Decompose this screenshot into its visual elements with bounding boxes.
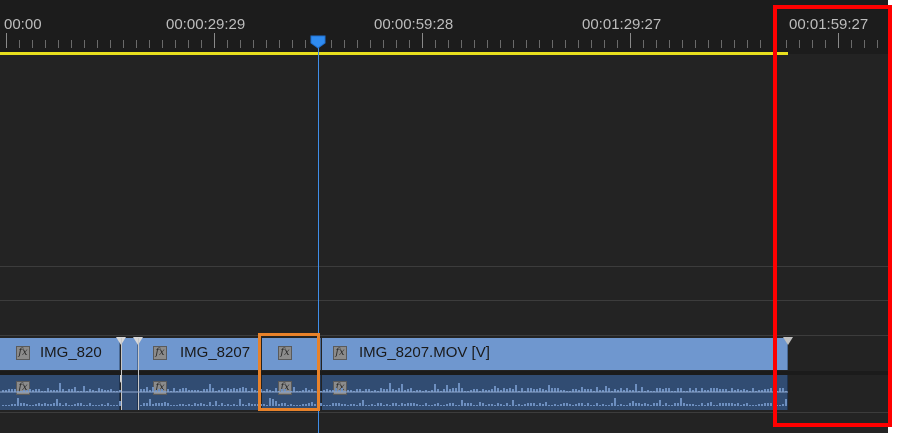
ruler-tick bbox=[266, 40, 267, 48]
clip-name: IMG_8207.MOV [V] bbox=[359, 344, 490, 361]
ruler-tick bbox=[188, 40, 189, 48]
time-ruler[interactable]: 00:00 00:00:29:29 00:00:59:28 00:01:29:2… bbox=[0, 0, 888, 54]
ruler-tick bbox=[201, 40, 202, 48]
ruler-tick bbox=[45, 40, 46, 48]
fx-badge-icon[interactable]: fx bbox=[333, 381, 347, 395]
ruler-tick bbox=[552, 40, 553, 48]
work-area-bar[interactable] bbox=[0, 52, 788, 55]
fx-badge-icon[interactable]: fx bbox=[16, 381, 30, 395]
ruler-tick bbox=[656, 40, 657, 48]
ruler-tick bbox=[357, 40, 358, 48]
ruler-tick bbox=[578, 40, 579, 48]
fx-badge-icon[interactable]: fx bbox=[153, 346, 167, 360]
highlight-box-red bbox=[773, 5, 892, 427]
ruler-tick bbox=[227, 40, 228, 48]
ruler-tick bbox=[565, 40, 566, 48]
video-clip[interactable]: fx IMG_820 bbox=[0, 338, 120, 370]
video-clip[interactable]: fx IMG_8207.MOV [V] bbox=[322, 338, 788, 370]
ruler-tick bbox=[19, 40, 20, 48]
playhead-handle-icon[interactable] bbox=[310, 35, 326, 49]
timecode-label: 00:01:29:27 bbox=[582, 16, 662, 33]
ruler-tick bbox=[305, 40, 306, 48]
timecode-label: 00:00:29:29 bbox=[166, 16, 246, 33]
ruler-tick bbox=[539, 40, 540, 48]
ruler-tick bbox=[643, 40, 644, 48]
timeline-panel: 00:00 00:00:29:29 00:00:59:28 00:01:29:2… bbox=[0, 0, 900, 437]
ruler-tick bbox=[344, 40, 345, 48]
ruler-tick bbox=[240, 40, 241, 48]
clip-name: IMG_8207 bbox=[180, 344, 251, 361]
ruler-tick bbox=[110, 40, 111, 48]
timecode-label: 00:00:59:28 bbox=[374, 16, 454, 33]
audio-clip[interactable] bbox=[122, 375, 138, 410]
ruler-tick bbox=[513, 40, 514, 48]
audio-clip[interactable]: fx bbox=[322, 375, 788, 410]
ruler-tick bbox=[32, 40, 33, 48]
ruler-tick bbox=[448, 40, 449, 48]
ruler-major-tick bbox=[630, 33, 631, 48]
ruler-tick bbox=[136, 40, 137, 48]
ruler-tick bbox=[747, 40, 748, 48]
ruler-major-tick bbox=[422, 33, 423, 48]
ruler-tick bbox=[396, 40, 397, 48]
ruler-tick bbox=[487, 40, 488, 48]
clip-name: IMG_820 bbox=[40, 344, 102, 361]
ruler-tick bbox=[383, 40, 384, 48]
track-divider bbox=[0, 335, 888, 336]
ruler-tick bbox=[58, 40, 59, 48]
ruler-tick bbox=[331, 40, 332, 48]
ruler-tick bbox=[84, 40, 85, 48]
ruler-tick bbox=[370, 40, 371, 48]
ruler-tick bbox=[71, 40, 72, 48]
ruler-tick bbox=[669, 40, 670, 48]
ruler-tick bbox=[500, 40, 501, 48]
timecode-label: 00:00 bbox=[4, 16, 42, 33]
ruler-tick bbox=[97, 40, 98, 48]
video-clip[interactable]: fx IMG_8207 bbox=[139, 338, 261, 370]
ruler-tick bbox=[617, 40, 618, 48]
ruler-tick bbox=[123, 40, 124, 48]
ruler-tick bbox=[682, 40, 683, 48]
ruler-major-tick bbox=[6, 33, 7, 48]
ruler-tick bbox=[526, 40, 527, 48]
ruler-tick bbox=[253, 40, 254, 48]
track-divider bbox=[0, 412, 888, 413]
ruler-tick bbox=[292, 40, 293, 48]
ruler-tick bbox=[721, 40, 722, 48]
ruler-tick bbox=[435, 40, 436, 48]
fx-badge-icon[interactable]: fx bbox=[333, 346, 347, 360]
ruler-major-tick bbox=[214, 33, 215, 48]
ruler-tick bbox=[760, 40, 761, 48]
ruler-tick bbox=[708, 40, 709, 48]
fx-badge-icon[interactable]: fx bbox=[16, 346, 30, 360]
ruler-tick bbox=[279, 40, 280, 48]
ruler-tick bbox=[591, 40, 592, 48]
ruler-tick bbox=[409, 40, 410, 48]
track-divider bbox=[0, 266, 888, 267]
ruler-tick bbox=[461, 40, 462, 48]
ruler-tick bbox=[162, 40, 163, 48]
sequence-panel[interactable]: 00:00 00:00:29:29 00:00:59:28 00:01:29:2… bbox=[0, 0, 888, 433]
track-divider bbox=[0, 300, 888, 301]
ruler-tick bbox=[149, 40, 150, 48]
audio-clip[interactable]: fx bbox=[139, 375, 261, 410]
ruler-tick bbox=[474, 40, 475, 48]
ruler-tick bbox=[604, 40, 605, 48]
fx-badge-icon[interactable]: fx bbox=[153, 381, 167, 395]
ruler-tick bbox=[175, 40, 176, 48]
highlight-box-orange bbox=[258, 333, 320, 411]
ruler-tick bbox=[734, 40, 735, 48]
ruler-tick bbox=[695, 40, 696, 48]
audio-clip[interactable]: fx bbox=[0, 375, 120, 410]
